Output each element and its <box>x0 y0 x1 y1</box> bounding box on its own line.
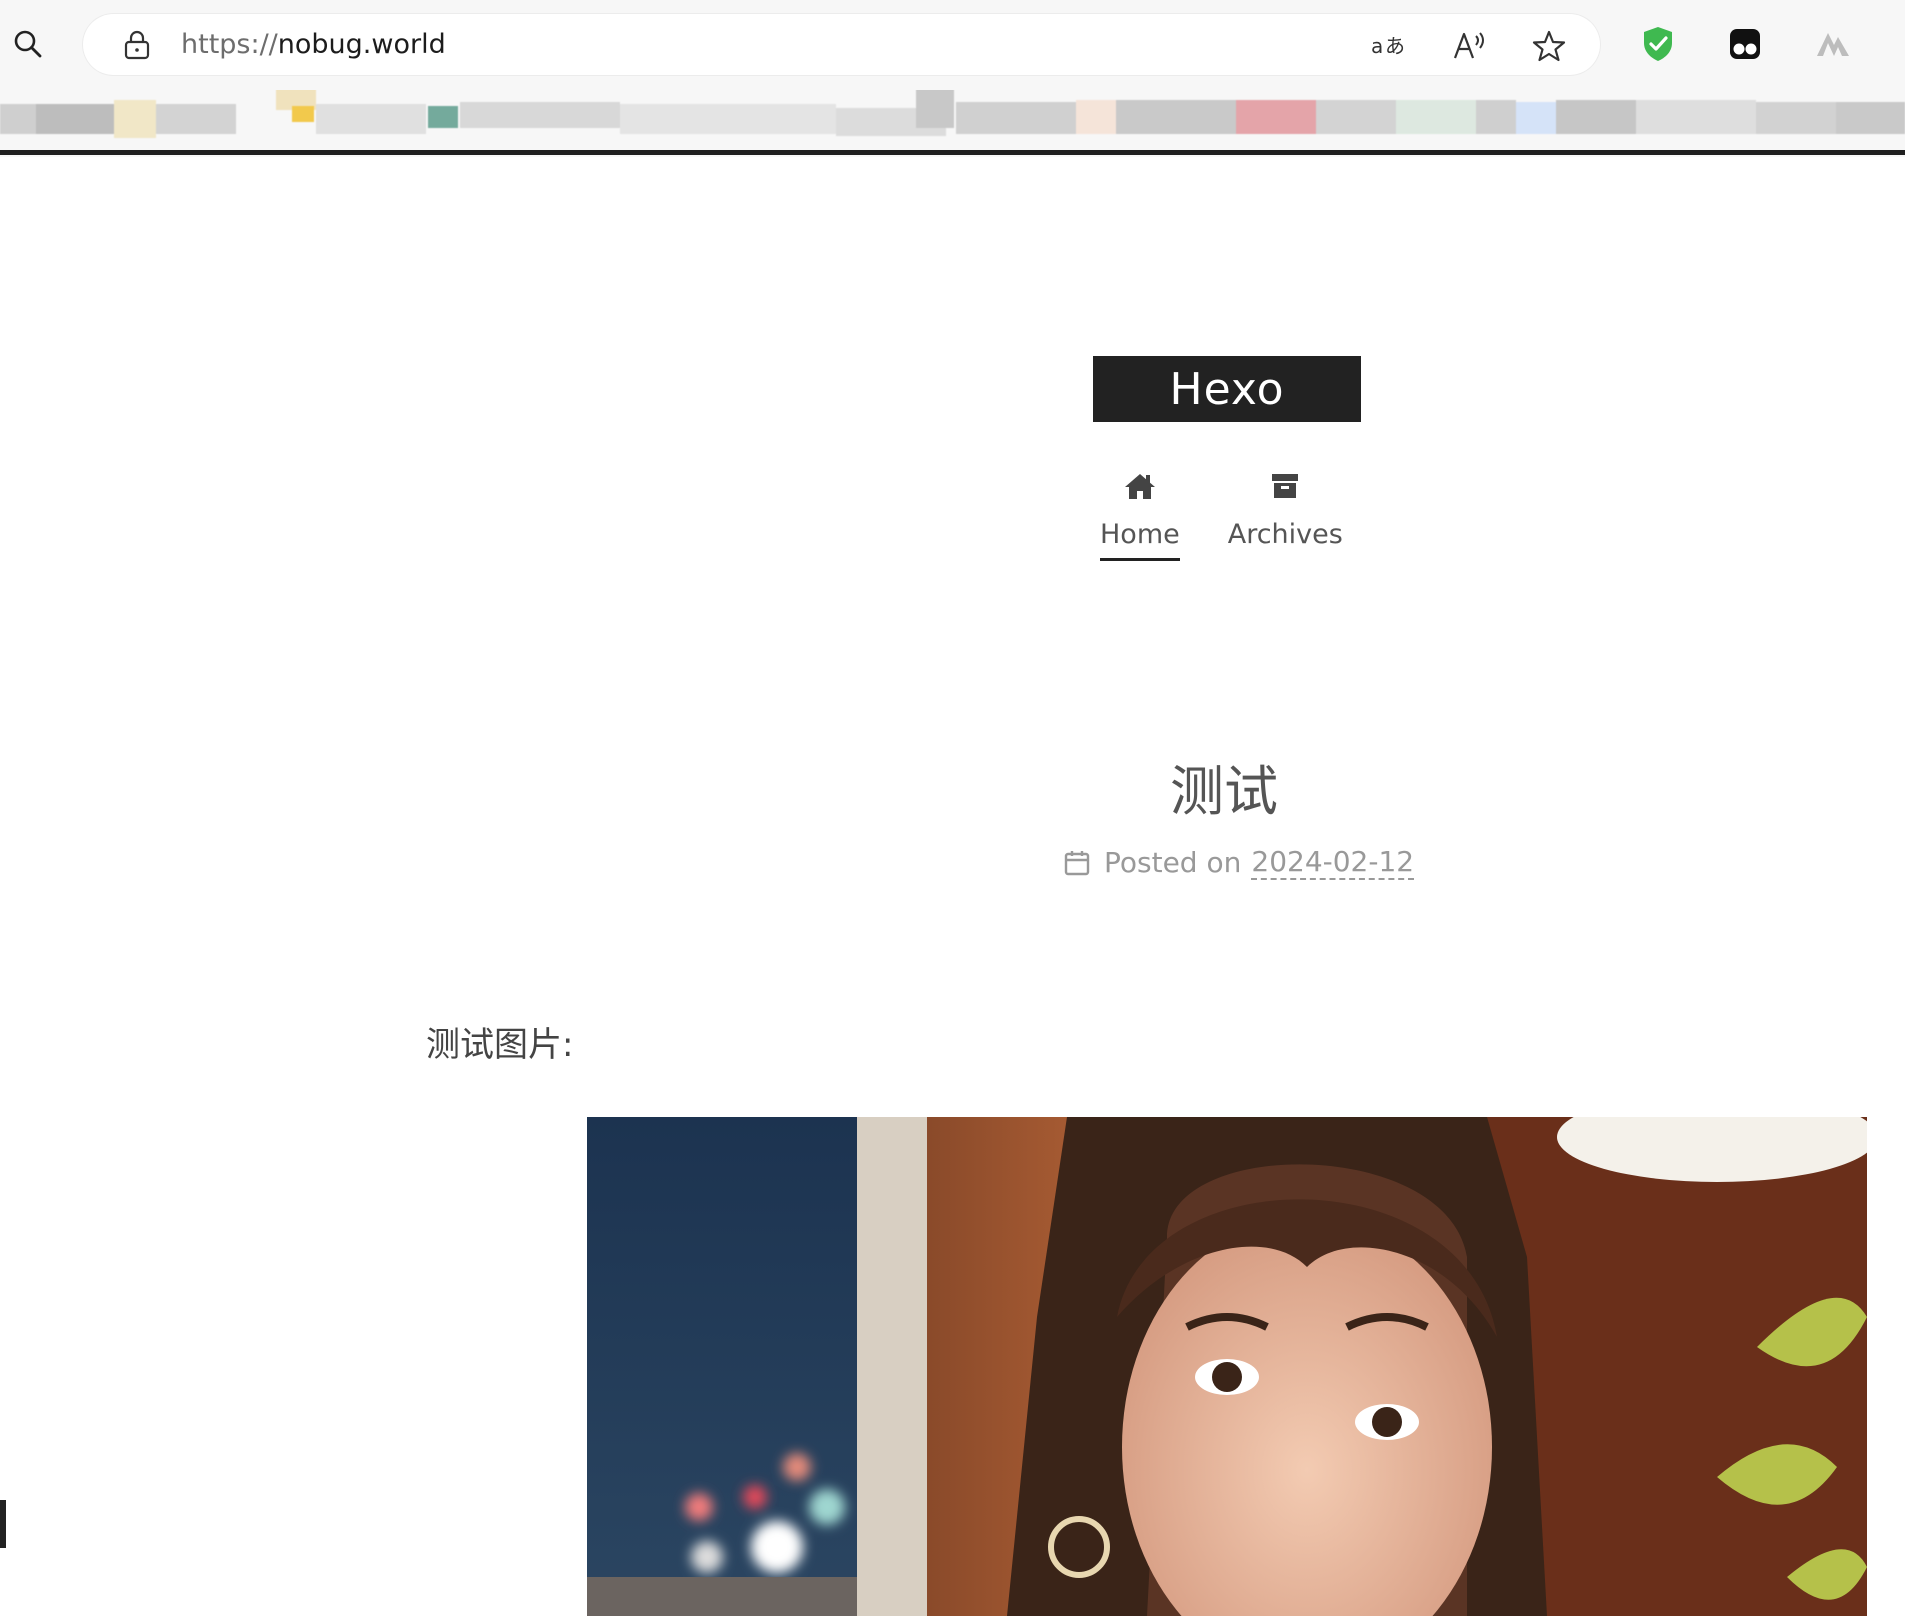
menu-label-archives: Archives <box>1227 519 1343 550</box>
post-meta: Posted on 2024-02-12 <box>1062 845 1415 880</box>
menu-item-archives[interactable]: Archives <box>1228 469 1343 579</box>
scroll-marker <box>0 1500 6 1548</box>
chrome-divider <box>0 150 1905 155</box>
web-page: Hexo Home Archives 测试 Posted on 2024-02-… <box>0 157 1905 1616</box>
shield-check-icon[interactable] <box>1636 22 1680 66</box>
url-scheme: https:// <box>181 29 278 60</box>
mountain-logo-icon[interactable] <box>1811 22 1855 66</box>
calendar-icon <box>1062 848 1092 878</box>
star-icon[interactable] <box>1529 26 1569 66</box>
post-title[interactable]: 测试 <box>1170 747 1278 826</box>
post-image <box>587 1117 1867 1616</box>
browser-toolbar: https://nobug.world a あ <box>0 0 1905 90</box>
url-text[interactable]: https://nobug.world <box>181 28 446 62</box>
blurred-bookmarks <box>0 90 1905 152</box>
home-icon <box>1123 469 1157 503</box>
post-body-text: 测试图片: <box>426 1025 574 1065</box>
site-brand-link[interactable]: Hexo <box>1093 356 1361 422</box>
browser-chrome: https://nobug.world a あ <box>0 0 1905 157</box>
archive-icon <box>1268 469 1302 503</box>
post-date[interactable]: 2024-02-12 <box>1251 845 1415 880</box>
incognito-glasses-icon[interactable] <box>1723 22 1767 66</box>
url-host: nobug.world <box>277 29 446 60</box>
post-image-illustration <box>587 1117 1867 1616</box>
search-icon[interactable] <box>8 22 48 66</box>
menu-item-home[interactable]: Home <box>1100 469 1180 579</box>
svg-text:a: a <box>1371 34 1383 58</box>
menu-label-home: Home <box>1100 519 1180 561</box>
translate-icon[interactable]: a あ <box>1369 26 1409 66</box>
lock-icon[interactable] <box>120 28 154 62</box>
site-title: Hexo <box>1169 363 1285 415</box>
post-meta-label: Posted on <box>1104 846 1242 879</box>
address-bar[interactable]: https://nobug.world a あ <box>83 14 1600 75</box>
read-aloud-icon[interactable] <box>1450 26 1490 66</box>
svg-text:あ: あ <box>1385 34 1405 58</box>
main-menu: Home Archives <box>1100 469 1343 579</box>
bookmarks-bar <box>0 90 1905 152</box>
